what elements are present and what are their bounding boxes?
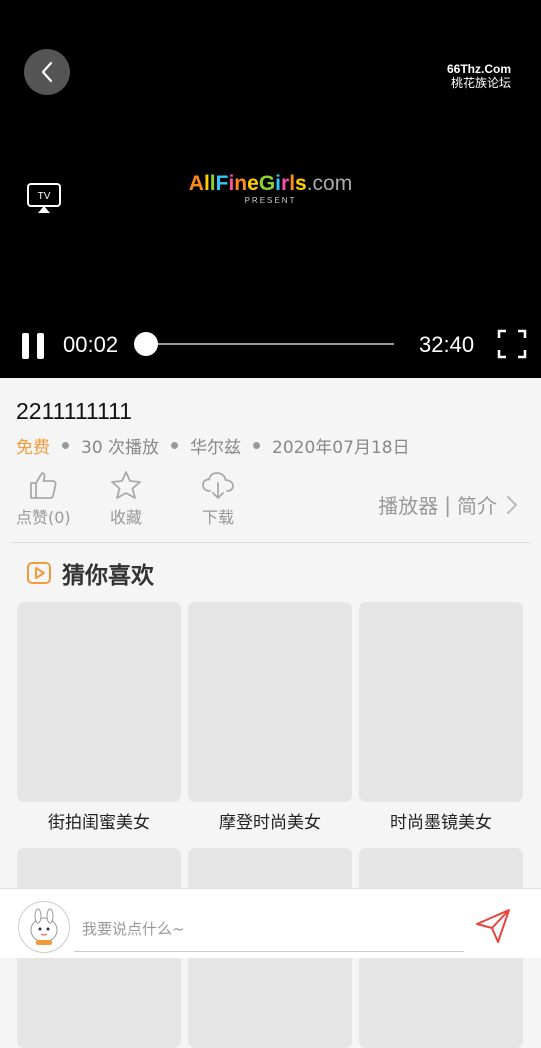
current-time: 00:02 [63,332,119,357]
watermark: 66Thz.Com 桃花族论坛 [447,62,511,90]
video-title: 2211111111 [16,398,132,424]
divider [10,542,531,543]
pause-bar-right [37,333,44,359]
watermark-line1: 66Thz.Com [446,62,511,76]
logo-domain: .com [306,172,353,195]
watermark-line2: 桃花族论坛 [450,76,511,90]
price-badge: 免费 [16,438,50,458]
video-logo: AllFineGirls.com PRESENT [0,172,541,205]
meta-dot [253,442,261,449]
video-player[interactable]: 66Thz.Com 桃花族论坛 TV AllFineGirls.com PRES… [0,0,541,378]
avatar[interactable] [18,901,70,953]
chevron-right-icon [507,495,517,514]
recommend-card-label[interactable]: 时尚墨镜美女 [359,808,523,833]
pause-button[interactable] [22,333,46,359]
like-label: 点赞(0) [16,508,71,527]
recommend-card-label[interactable]: 街拍闺蜜美女 [17,808,181,833]
download-button[interactable]: 下载 [201,470,235,528]
logo-letter: A [188,172,204,195]
recommend-card-label[interactable]: 摩登时尚美女 [188,808,352,833]
fullscreen-button[interactable] [497,329,527,359]
recommend-card[interactable] [359,602,523,802]
intro-link[interactable]: 简介 [457,490,497,519]
pause-bar-left [22,333,29,359]
like-button[interactable]: 点赞(0) [16,470,71,528]
play-count: 30 次播放 [81,438,160,458]
total-time: 32:40 [419,332,475,357]
recommend-header: 猜你喜欢 [26,556,154,590]
chevron-left-icon [41,61,53,83]
logo-letter: e [247,172,259,195]
favorite-label: 收藏 [110,508,143,527]
player-link[interactable]: 播放器 [378,490,438,519]
video-meta: 免费 30 次播放 华尔兹 2020年07月18日 [16,433,410,458]
progress-track[interactable] [146,343,394,345]
logo-brand: AllFineGirls.com [0,172,541,196]
player-controls: 00:02 32:40 [0,328,541,362]
comment-input[interactable] [74,907,464,952]
thumbs-up-icon [30,472,57,499]
meta-dot [171,442,179,449]
link-separator: | [444,492,451,517]
recommend-heading: 猜你喜欢 [62,563,154,589]
fullscreen-icon [497,329,527,359]
meta-dot [62,442,69,449]
logo-letter: n [234,172,248,195]
logo-letter: F [215,172,229,195]
action-bar: 点赞(0) 收藏 下载 播放器 | 简介 [0,470,541,532]
logo-present: PRESENT [244,196,297,205]
cloud-download-icon [202,472,234,499]
author-name[interactable]: 华尔兹 [190,433,241,458]
player-intro-link[interactable]: 播放器 | 简介 [378,490,521,519]
recommend-card[interactable] [188,602,352,802]
recommend-card[interactable] [17,602,181,802]
cartoon-avatar-icon [30,908,58,945]
back-button[interactable] [24,49,70,95]
comment-bar [0,888,541,958]
progress-thumb[interactable] [134,332,159,356]
favorite-button[interactable]: 收藏 [110,470,142,528]
star-icon [111,471,141,499]
download-label: 下载 [201,508,234,527]
logo-letter: r [281,172,290,195]
send-icon [476,909,510,943]
publish-date: 2020年07月18日 [272,438,410,458]
logo-letter: G [258,172,276,195]
logo-letter: s [295,172,307,195]
video-play-icon [27,562,51,584]
send-button[interactable] [474,907,512,945]
